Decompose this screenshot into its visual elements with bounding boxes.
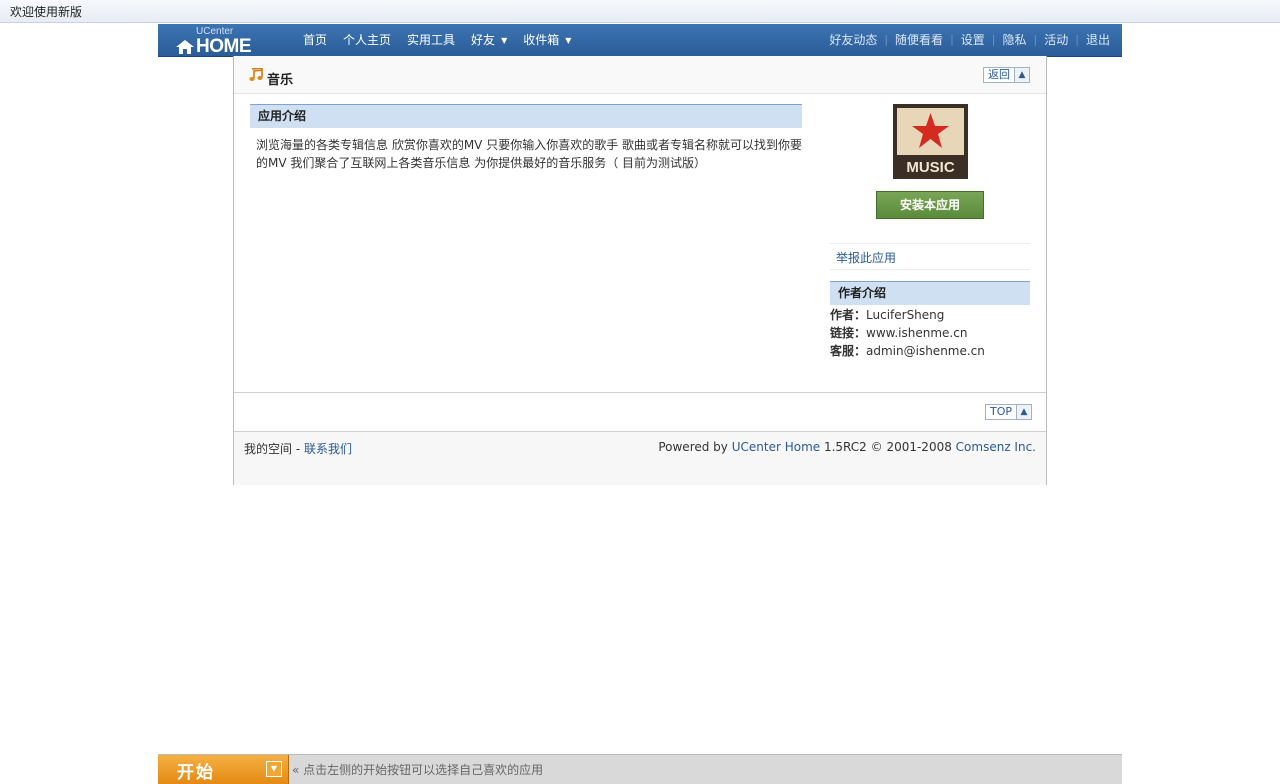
nav-separator: | bbox=[1075, 33, 1079, 46]
nav-inbox[interactable]: 收件箱 ▼ bbox=[518, 24, 576, 56]
comsenz-link[interactable]: Comsenz Inc. bbox=[956, 440, 1036, 454]
nav-friend-feed[interactable]: 好友动态 bbox=[829, 24, 877, 56]
nav-logout[interactable]: 退出 bbox=[1086, 24, 1110, 56]
ucenter-home-link[interactable]: UCenter Home bbox=[732, 440, 820, 454]
author-info: 作者：LuciferSheng 链接：www.ishenme.cn 客服：adm… bbox=[830, 306, 985, 360]
welcome-bar: 欢迎使用新版 bbox=[0, 0, 1280, 23]
page-title-bar: 音乐 返回 ▲ bbox=[234, 56, 1046, 94]
main-nav: 首页 个人主页 实用工具 好友 ▼ 收件箱 ▼ bbox=[298, 24, 582, 56]
support-label: 客服： bbox=[830, 344, 867, 358]
nav-separator: | bbox=[991, 33, 996, 46]
arrow-up-icon: ▲ bbox=[1014, 68, 1029, 82]
footer-right: Powered by UCenter Home 1.5RC2 © 2001-20… bbox=[658, 440, 1036, 454]
divider bbox=[234, 392, 1046, 393]
taskbar: 开始 ▼ « 点击左侧的开始按钮可以选择自己喜欢的应用 bbox=[158, 754, 1122, 784]
nav-friends[interactable]: 好友 ▼ bbox=[466, 24, 512, 56]
report-app-link[interactable]: 举报此应用 bbox=[836, 249, 896, 266]
link-value: www.ishenme.cn bbox=[866, 326, 968, 340]
install-app-button[interactable]: 安装本应用 bbox=[876, 191, 984, 219]
welcome-text: 欢迎使用新版 bbox=[10, 5, 83, 19]
footer-dash: - bbox=[292, 442, 304, 456]
page-footer: 我的空间 - 联系我们 Powered by UCenter Home 1.5R… bbox=[234, 431, 1046, 485]
home-icon bbox=[176, 40, 194, 54]
author-label: 作者： bbox=[830, 308, 867, 322]
nav-profile[interactable]: 个人主页 bbox=[338, 24, 396, 56]
chevron-down-icon: ▼ bbox=[266, 761, 282, 777]
caret-down-icon: ▼ bbox=[501, 36, 508, 45]
top-button[interactable]: TOP ▲ bbox=[985, 404, 1033, 420]
intro-description: 浏览海量的各类专辑信息 欣赏你喜欢的MV 只要你输入你喜欢的歌手 歌曲或者专辑名… bbox=[256, 138, 803, 170]
contact-us-link[interactable]: 联系我们 bbox=[304, 442, 352, 456]
powered-by-text: Powered by bbox=[658, 440, 732, 454]
nav-settings[interactable]: 设置 bbox=[961, 24, 985, 56]
start-button[interactable]: 开始 ▼ bbox=[158, 755, 289, 784]
nav-events[interactable]: 活动 bbox=[1044, 24, 1068, 56]
user-nav: 好友动态 | 随便看看 | 设置 | 隐私 | 活动 | 退出 bbox=[829, 24, 1110, 56]
my-space-text: 我的空间 bbox=[244, 442, 293, 456]
nav-separator: | bbox=[884, 33, 889, 46]
arrow-up-icon: ▲ bbox=[1016, 405, 1032, 419]
nav-privacy[interactable]: 隐私 bbox=[1003, 24, 1027, 56]
author-section-heading: 作者介绍 bbox=[830, 281, 1030, 305]
nav-browse[interactable]: 随便看看 bbox=[895, 24, 943, 56]
report-row: 举报此应用 bbox=[830, 243, 1030, 270]
intro-section-heading: 应用介绍 bbox=[250, 104, 802, 128]
author-value: LuciferSheng bbox=[866, 308, 945, 322]
nav-tools[interactable]: 实用工具 bbox=[402, 24, 460, 56]
nav-separator: | bbox=[950, 33, 954, 46]
taskbar-hint: « 点击左侧的开始按钮可以选择自己喜欢的应用 bbox=[292, 763, 544, 777]
page-title: 音乐 bbox=[267, 73, 294, 88]
nav-home[interactable]: 首页 bbox=[298, 24, 332, 56]
link-label: 链接： bbox=[830, 326, 867, 340]
start-label: 开始 bbox=[177, 763, 215, 783]
support-value: admin@ishenme.cn bbox=[866, 344, 985, 358]
back-button[interactable]: 返回 ▲ bbox=[983, 67, 1030, 83]
music-app-icon: MUSIC bbox=[893, 104, 968, 179]
footer-left: 我的空间 - 联系我们 bbox=[244, 440, 352, 457]
music-note-icon bbox=[249, 68, 263, 81]
site-header: UCenter HOME 首页 个人主页 实用工具 好友 ▼ 收件箱 ▼ 好友动态 … bbox=[158, 24, 1122, 57]
app-detail-panel: 音乐 返回 ▲ 应用介绍 浏览海量的各类专辑信息 欣赏你喜欢的MV 只要你输入你… bbox=[233, 56, 1047, 485]
caret-down-icon: ▼ bbox=[565, 36, 572, 45]
version-text: 1.5RC2 © 2001-2008 bbox=[820, 440, 956, 454]
logo-big-text: HOME bbox=[196, 36, 252, 57]
nav-separator: | bbox=[1033, 33, 1038, 46]
ucenter-home-logo[interactable]: UCenter HOME bbox=[174, 26, 274, 57]
music-icon-text: MUSIC bbox=[906, 159, 955, 176]
